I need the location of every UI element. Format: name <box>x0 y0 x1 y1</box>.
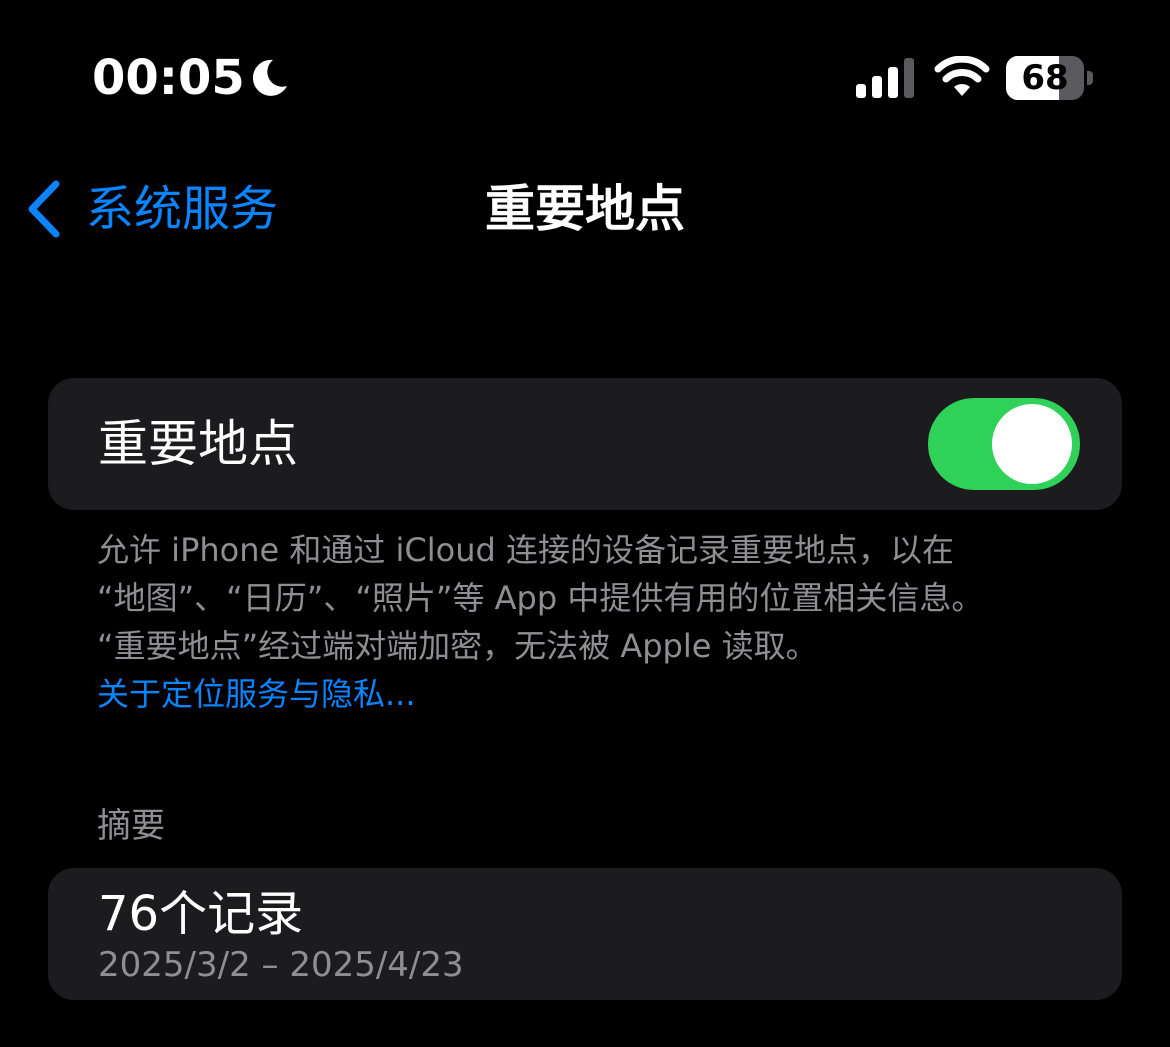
summary-row[interactable]: 76个记录 2025/3/2 – 2025/4/23 <box>48 868 1122 1000</box>
navigation-bar: 系统服务 重要地点 <box>0 160 1170 260</box>
footnote-line: “重要地点”经过端对端加密，无法被 Apple 读取。 <box>97 627 818 665</box>
footnote-line: “地图”、“日历”、“照片”等 App 中提供有用的位置相关信息。 <box>97 579 984 617</box>
signal-icon <box>856 58 914 98</box>
toggle-label: 重要地点 <box>98 415 298 473</box>
battery-percentage: 68 <box>1021 58 1069 98</box>
battery-tip <box>1087 71 1093 85</box>
wifi-icon <box>934 56 990 96</box>
footnote-line: 允许 iPhone 和通过 iCloud 连接的设备记录重要地点，以在 <box>97 531 955 569</box>
battery-icon: 68 <box>1006 56 1096 100</box>
date-range: 2025/3/2 – 2025/4/23 <box>98 945 464 985</box>
record-count: 76个记录 <box>98 886 304 942</box>
page-title: 重要地点 <box>485 180 685 238</box>
battery-body: 68 <box>1006 56 1084 100</box>
significant-locations-card: 重要地点 <box>48 378 1122 510</box>
status-time: 00:05 <box>92 50 245 106</box>
status-bar: 00:05 68 <box>0 0 1170 150</box>
section-header: 摘要 <box>97 806 165 846</box>
moon-icon <box>252 59 287 96</box>
significant-locations-toggle[interactable] <box>928 398 1080 490</box>
footnote: 允许 iPhone 和通过 iCloud 连接的设备记录重要地点，以在 “地图”… <box>97 526 1097 718</box>
privacy-link[interactable]: 关于定位服务与隐私... <box>97 670 1097 718</box>
toggle-knob <box>992 404 1072 484</box>
